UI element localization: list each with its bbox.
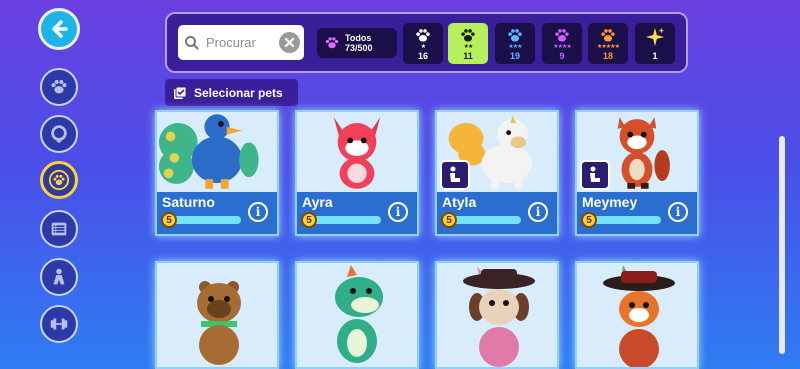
paw-circle-icon (48, 169, 70, 191)
xp-fill (171, 216, 241, 224)
pet-info-bar: Atyla 5 i (437, 192, 557, 234)
pet-card-fox-musketeer[interactable] (575, 261, 699, 369)
pet-card-dinosaur[interactable] (295, 261, 419, 369)
info-icon: i (255, 205, 261, 219)
nav-paw-active-button[interactable] (40, 161, 78, 199)
paw-icon (325, 37, 339, 49)
paw-icon (416, 29, 430, 42)
arrow-left-icon (52, 20, 68, 38)
pet-card-meymey[interactable]: Meymey 5 i (575, 110, 699, 236)
all-filter-label: Todos (345, 33, 372, 43)
fox-musketeer-pet-image (603, 265, 675, 367)
pet-card-capybara[interactable] (155, 261, 279, 369)
nav-training-button[interactable] (40, 305, 78, 343)
nav-collar-button[interactable] (40, 115, 78, 153)
paw-icon (508, 29, 522, 42)
paw-icon (555, 29, 569, 42)
rarity-count: 18 (602, 51, 613, 61)
dog-musketeer-pet-image (463, 267, 535, 367)
level-coin: 5 (301, 212, 317, 228)
xp-bar (171, 216, 241, 224)
rarity-stars: ★★★★ (553, 44, 571, 50)
back-button[interactable] (38, 8, 80, 50)
rarity-stars: ★★★ (508, 44, 522, 50)
rarity-stars: ★★ (463, 44, 474, 50)
dumbbell-icon (50, 318, 68, 330)
info-button[interactable]: i (388, 202, 408, 222)
red-creature-pet-image (333, 117, 381, 189)
info-icon: i (535, 205, 541, 219)
peacock-pet-image (158, 114, 259, 189)
person-seated-icon (450, 166, 460, 182)
rarity-filter-special[interactable]: 1 (635, 23, 675, 64)
rarity-count: 19 (509, 51, 520, 61)
filter-bar: Todos 73/500 ★ 16 ★★ 11 ★★★ 19 ★★★★ (165, 12, 688, 73)
list-icon (51, 222, 67, 236)
paw-icon (601, 29, 615, 42)
pet-info-bar: Saturno 5 i (157, 192, 277, 234)
rarity-filter-5-star[interactable]: ★★★★★ 18 (588, 23, 628, 64)
close-icon (284, 37, 295, 48)
pet-card-ayra[interactable]: Ayra 5 i (295, 110, 419, 236)
rarity-count: 16 (417, 51, 428, 61)
xp-bar (451, 216, 521, 224)
info-button[interactable]: i (248, 202, 268, 222)
rarity-filter-1-star[interactable]: ★ 16 (403, 23, 443, 64)
level-coin: 5 (441, 212, 457, 228)
dinosaur-pet-image (335, 265, 383, 363)
rarity-filter-2-star[interactable]: ★★ 11 (448, 23, 488, 64)
person-icon (53, 268, 65, 285)
pet-card-dog-musketeer[interactable] (435, 261, 559, 369)
checklist-icon (174, 86, 187, 99)
level-coin: 5 (161, 212, 177, 228)
scrollbar[interactable] (779, 136, 785, 354)
paw-icon (461, 29, 475, 42)
xp-fill (451, 216, 521, 224)
nav-character-button[interactable] (40, 258, 78, 296)
info-button[interactable]: i (668, 202, 688, 222)
equipped-badge (440, 160, 470, 190)
select-pets-button[interactable]: Selecionar pets (165, 79, 298, 106)
pet-name: Saturno (162, 194, 215, 210)
search-input[interactable] (206, 35, 276, 50)
pet-name: Atyla (442, 194, 477, 210)
nav-pets-button[interactable] (40, 68, 78, 106)
paw-icon (51, 79, 67, 94)
xp-bar (311, 216, 381, 224)
rarity-filter-3-star[interactable]: ★★★ 19 (495, 23, 535, 64)
capybara-pet-image (197, 281, 241, 365)
rarity-count: 9 (559, 51, 565, 61)
pet-name: Meymey (582, 194, 638, 210)
pet-card-atyla[interactable]: Atyla 5 i (435, 110, 559, 236)
rarity-count: 11 (463, 51, 473, 61)
info-icon: i (675, 205, 681, 219)
all-filter-count: 73/500 (345, 43, 373, 53)
level-coin: 5 (581, 212, 597, 228)
xp-fill (591, 216, 661, 224)
pet-info-bar: Meymey 5 i (577, 192, 697, 234)
info-button[interactable]: i (528, 202, 548, 222)
nav-list-button[interactable] (40, 210, 78, 248)
equipped-badge (580, 160, 610, 190)
rarity-filter-4-star[interactable]: ★★★★ 9 (542, 23, 582, 64)
xp-fill (311, 216, 381, 224)
info-icon: i (395, 205, 401, 219)
pet-name: Ayra (302, 194, 333, 210)
search-icon (185, 35, 199, 50)
all-filter-button[interactable]: Todos 73/500 (317, 28, 397, 58)
person-seated-icon (590, 166, 600, 182)
rarity-count: 1 (652, 51, 658, 61)
search-box[interactable] (178, 25, 304, 60)
pet-info-bar: Ayra 5 i (297, 192, 417, 234)
select-pets-label: Selecionar pets (194, 85, 283, 100)
pet-card-saturno[interactable]: Saturno 5 i (155, 110, 279, 236)
xp-bar (591, 216, 661, 224)
sparkle-icon (645, 27, 665, 47)
collar-icon (51, 125, 67, 143)
clear-search-button[interactable] (279, 32, 300, 53)
rarity-stars: ★ (420, 44, 426, 50)
rarity-stars: ★★★★★ (597, 44, 620, 50)
